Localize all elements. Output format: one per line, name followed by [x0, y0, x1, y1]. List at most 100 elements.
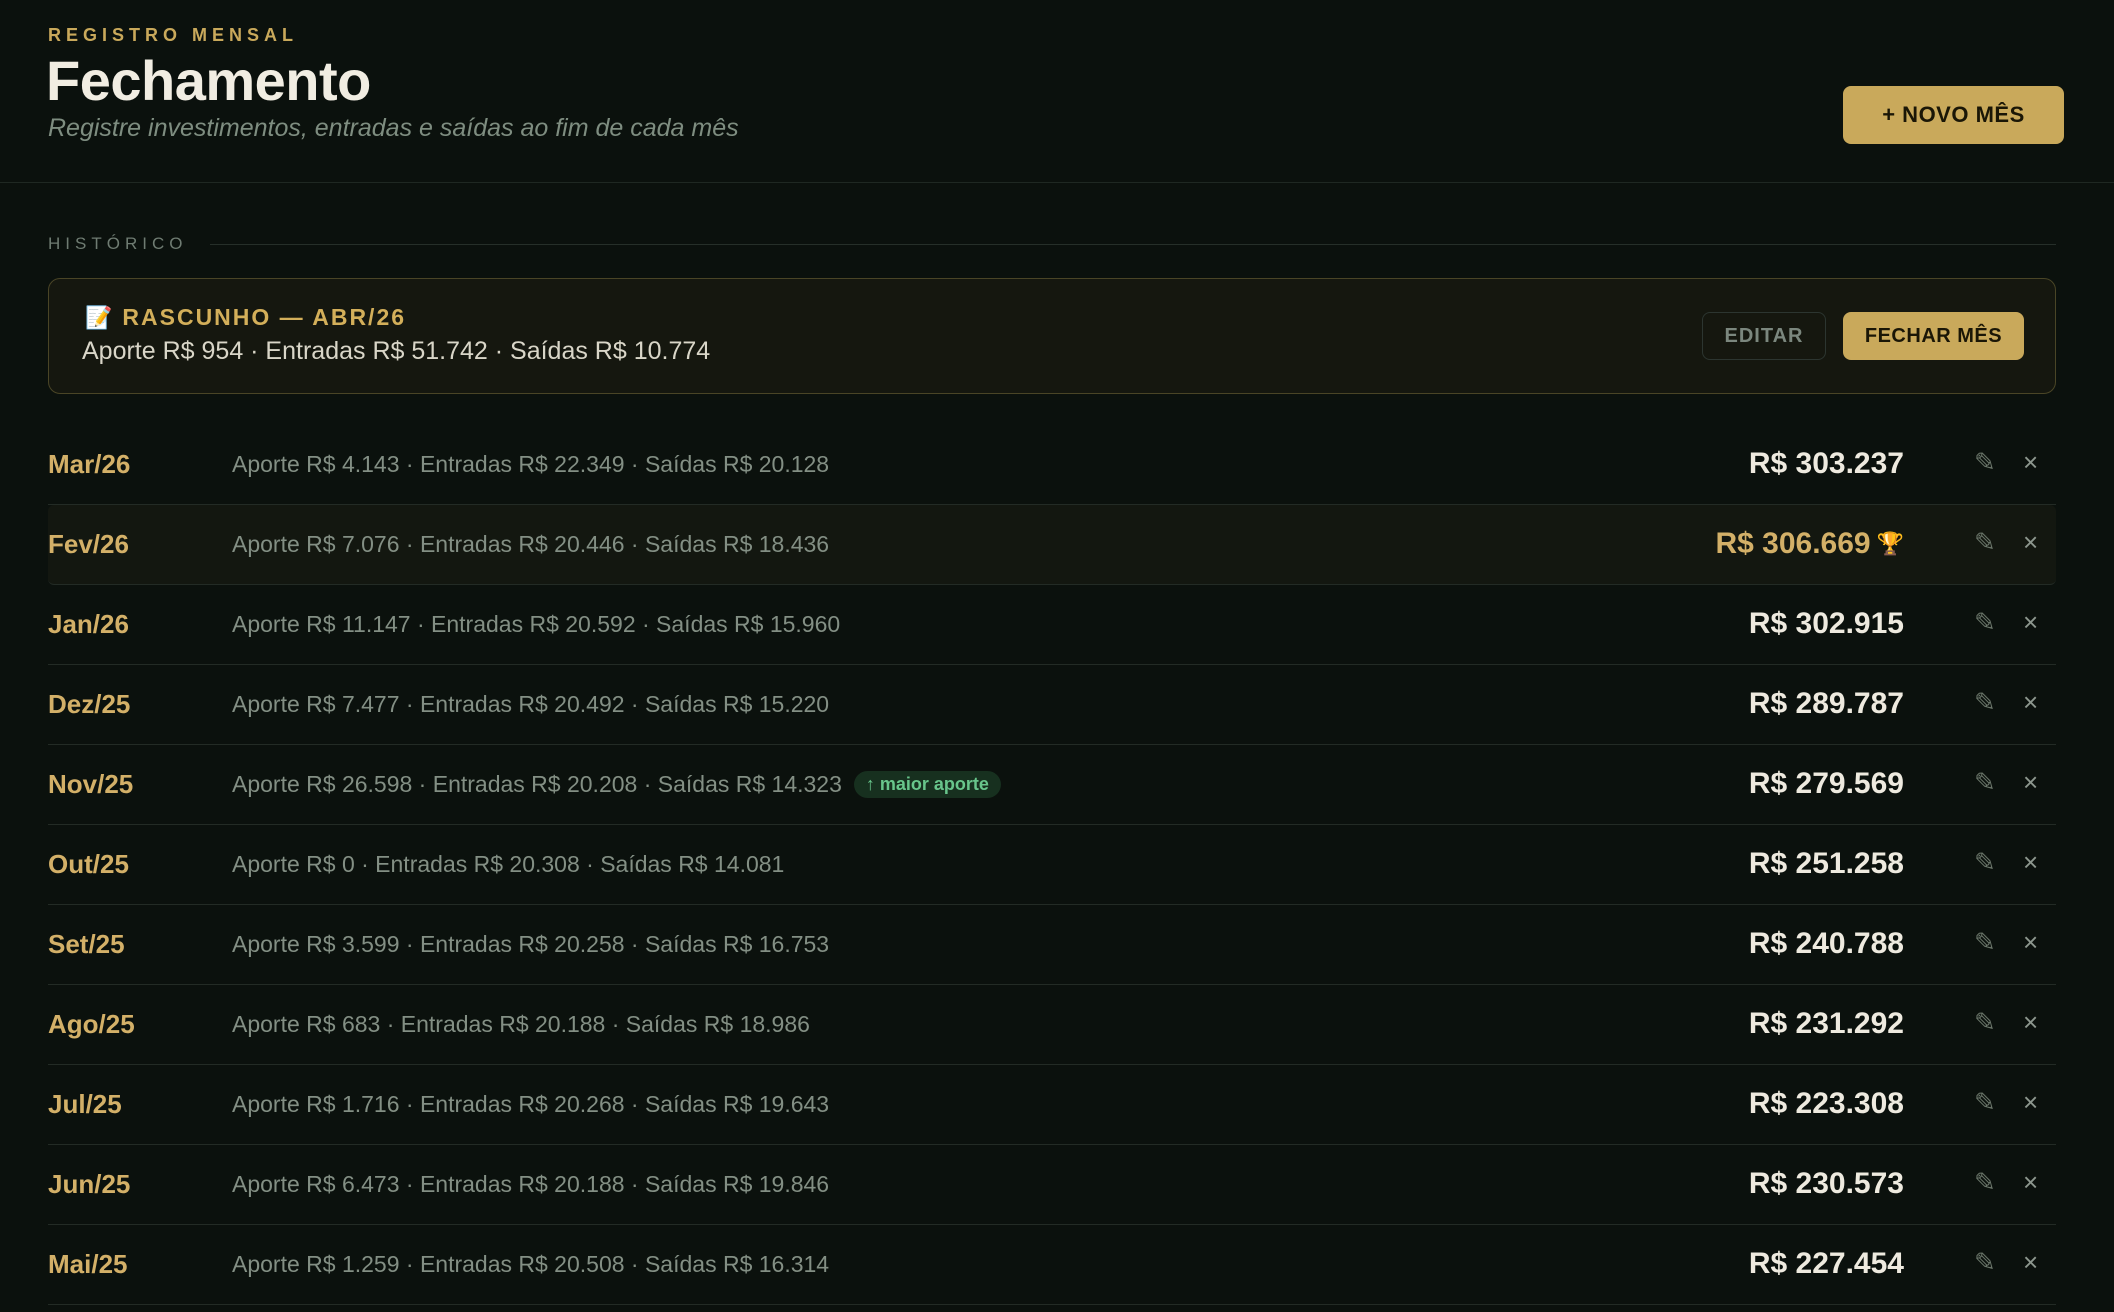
history-row: Jun/25 Aporte R$ 6.473 · Entradas R$ 20.1…: [48, 1145, 2056, 1225]
row-details: Aporte R$ 7.076 · Entradas R$ 20.446 · S…: [232, 531, 829, 558]
history-row: Set/25 Aporte R$ 3.599 · Entradas R$ 20.2…: [48, 905, 2056, 985]
row-total-value: R$ 303.237: [1748, 447, 1904, 480]
page-eyebrow: REGISTRO MENSAL: [48, 25, 299, 45]
page-header: REGISTRO MENSAL Fechamento Registre inve…: [0, 0, 2114, 183]
close-icon[interactable]: ×: [2023, 1247, 2038, 1278]
page-subtitle: Registre investimentos, entradas e saída…: [48, 114, 739, 142]
row-details: Aporte R$ 1.259 · Entradas R$ 20.508 · S…: [232, 1251, 829, 1278]
row-total-value: R$ 302.915: [1748, 607, 1904, 640]
pencil-icon[interactable]: ✎: [1974, 527, 1996, 558]
close-icon[interactable]: ×: [2023, 1087, 2038, 1118]
pencil-icon[interactable]: ✎: [1974, 1247, 1996, 1278]
row-month: Jan/26: [48, 609, 129, 639]
row-month: Ago/25: [48, 1009, 135, 1039]
draft-card: 📝 RASCUNHO — ABR/26 Aporte R$ 954 · Entr…: [48, 278, 2056, 394]
row-details-text: Aporte R$ 683 · Entradas R$ 20.188 · Saí…: [232, 1011, 810, 1037]
history-list: Mar/26 Aporte R$ 4.143 · Entradas R$ 22.3…: [48, 425, 2056, 1305]
close-icon[interactable]: ×: [2023, 527, 2038, 558]
row-details: Aporte R$ 683 · Entradas R$ 20.188 · Saí…: [232, 1011, 810, 1038]
pencil-icon[interactable]: ✎: [1974, 927, 1996, 958]
row-month: Mar/26: [48, 449, 131, 479]
pencil-icon[interactable]: ✎: [1974, 607, 1996, 638]
pencil-icon[interactable]: ✎: [1974, 447, 1996, 478]
section-divider: [210, 244, 2056, 245]
row-total-value: R$ 289.787: [1748, 687, 1904, 720]
row-details: Aporte R$ 11.147 · Entradas R$ 20.592 · …: [232, 611, 840, 638]
row-month: Nov/25: [48, 769, 134, 799]
row-details-text: Aporte R$ 1.716 · Entradas R$ 20.268 · S…: [232, 1091, 830, 1117]
row-total: R$ 302.915: [1749, 607, 1904, 641]
close-icon[interactable]: ×: [2023, 847, 2038, 878]
row-total: R$ 306.669 🏆: [1715, 527, 1904, 561]
row-total: R$ 289.787: [1749, 687, 1904, 721]
row-total-value: R$ 227.454: [1748, 1247, 1904, 1280]
row-details-text: Aporte R$ 6.473 · Entradas R$ 20.188 · S…: [232, 1171, 830, 1197]
row-details-text: Aporte R$ 7.076 · Entradas R$ 20.446 · S…: [232, 531, 830, 557]
history-row: Nov/25 Aporte R$ 26.598 · Entradas R$ 20.…: [48, 745, 2056, 825]
row-total-value: R$ 223.308: [1748, 1087, 1904, 1120]
highest-contribution-badge: ↑ maior aporte: [853, 771, 1001, 798]
pencil-icon[interactable]: ✎: [1974, 1167, 1996, 1198]
row-total: R$ 227.454: [1749, 1247, 1904, 1281]
row-total-value: R$ 279.569: [1748, 767, 1904, 800]
row-details-text: Aporte R$ 11.147 · Entradas R$ 20.592 · …: [232, 611, 841, 637]
page-title: Fechamento: [46, 49, 371, 112]
draft-title-text: RASCUNHO — ABR/26: [122, 304, 407, 330]
edit-draft-button[interactable]: EDITAR: [1702, 312, 1826, 360]
row-total-value: R$ 251.258: [1748, 847, 1904, 880]
close-icon[interactable]: ×: [2023, 447, 2038, 478]
row-details-text: Aporte R$ 26.598 · Entradas R$ 20.208 · …: [232, 771, 842, 797]
pencil-icon[interactable]: ✎: [1974, 847, 1996, 878]
close-icon[interactable]: ×: [2023, 1167, 2038, 1198]
row-total: R$ 231.292: [1749, 1007, 1904, 1041]
row-total-value: R$ 306.669: [1715, 527, 1871, 560]
close-icon[interactable]: ×: [2023, 687, 2038, 718]
row-details-text: Aporte R$ 0 · Entradas R$ 20.308 · Saída…: [232, 851, 785, 877]
history-row: Out/25 Aporte R$ 0 · Entradas R$ 20.308 ·…: [48, 825, 2056, 905]
row-total: R$ 303.237: [1749, 447, 1904, 481]
row-details-text: Aporte R$ 7.477 · Entradas R$ 20.492 · S…: [232, 691, 830, 717]
row-total: R$ 230.573: [1749, 1167, 1904, 1201]
close-icon[interactable]: ×: [2023, 1007, 2038, 1038]
close-icon[interactable]: ×: [2023, 607, 2038, 638]
row-total-value: R$ 231.292: [1748, 1007, 1904, 1040]
history-row: Dez/25 Aporte R$ 7.477 · Entradas R$ 20.4…: [48, 665, 2056, 745]
history-section-label: HISTÓRICO: [48, 234, 188, 253]
row-total-value: R$ 240.788: [1748, 927, 1904, 960]
history-row: Ago/25 Aporte R$ 683 · Entradas R$ 20.188…: [48, 985, 2056, 1065]
row-month: Mai/25: [48, 1249, 128, 1279]
pencil-icon[interactable]: ✎: [1974, 1087, 1996, 1118]
new-month-button[interactable]: + NOVO MÊS: [1843, 86, 2064, 144]
row-details-text: Aporte R$ 1.259 · Entradas R$ 20.508 · S…: [232, 1251, 830, 1277]
close-icon[interactable]: ×: [2023, 767, 2038, 798]
row-month: Fev/26: [48, 529, 129, 559]
row-month: Jul/25: [48, 1089, 122, 1119]
row-total: R$ 251.258: [1749, 847, 1904, 881]
row-details: Aporte R$ 26.598 · Entradas R$ 20.208 · …: [232, 771, 1001, 798]
row-details-text: Aporte R$ 4.143 · Entradas R$ 22.349 · S…: [232, 451, 830, 477]
row-total-value: R$ 230.573: [1748, 1167, 1904, 1200]
row-details-text: Aporte R$ 3.599 · Entradas R$ 20.258 · S…: [232, 931, 830, 957]
row-details: Aporte R$ 4.143 · Entradas R$ 22.349 · S…: [232, 451, 829, 478]
row-details: Aporte R$ 0 · Entradas R$ 20.308 · Saída…: [232, 851, 784, 878]
row-details: Aporte R$ 6.473 · Entradas R$ 20.188 · S…: [232, 1171, 829, 1198]
trophy-icon: 🏆: [1876, 531, 1904, 556]
row-details: Aporte R$ 7.477 · Entradas R$ 20.492 · S…: [232, 691, 829, 718]
row-total: R$ 223.308: [1749, 1087, 1904, 1121]
pencil-icon[interactable]: ✎: [1974, 687, 1996, 718]
memo-icon: 📝: [85, 304, 113, 330]
close-month-button[interactable]: FECHAR MÊS: [1843, 312, 2024, 360]
row-month: Set/25: [48, 929, 125, 959]
row-total: R$ 240.788: [1749, 927, 1904, 961]
draft-title: 📝 RASCUNHO — ABR/26: [85, 304, 406, 331]
history-row: Mar/26 Aporte R$ 4.143 · Entradas R$ 22.3…: [48, 425, 2056, 505]
row-details: Aporte R$ 1.716 · Entradas R$ 20.268 · S…: [232, 1091, 829, 1118]
row-month: Dez/25: [48, 689, 131, 719]
history-row: Jan/26 Aporte R$ 11.147 · Entradas R$ 20.…: [48, 585, 2056, 665]
row-month: Out/25: [48, 849, 129, 879]
close-icon[interactable]: ×: [2023, 927, 2038, 958]
draft-summary: Aporte R$ 954 · Entradas R$ 51.742 · Saí…: [82, 337, 711, 365]
pencil-icon[interactable]: ✎: [1974, 767, 1996, 798]
row-total: R$ 279.569: [1749, 767, 1904, 801]
pencil-icon[interactable]: ✎: [1974, 1007, 1996, 1038]
